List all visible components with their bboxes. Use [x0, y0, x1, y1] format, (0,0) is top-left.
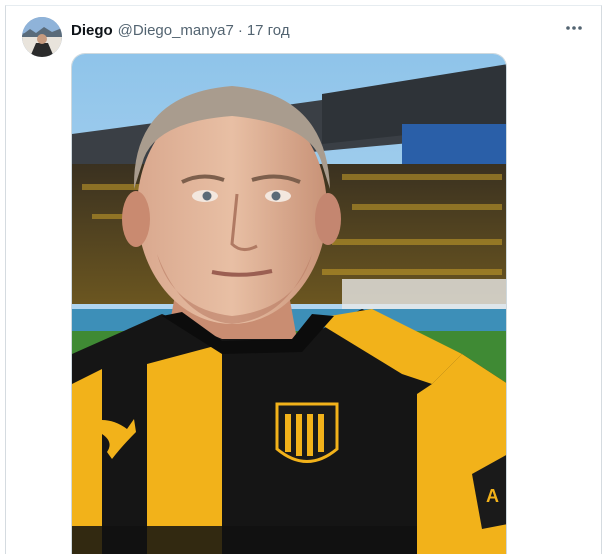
- photo-man-in-jersey-icon: A: [72, 54, 506, 554]
- svg-text:A: A: [486, 486, 499, 506]
- author-name[interactable]: Diego: [71, 22, 113, 39]
- tweet-photo[interactable]: A: [71, 53, 507, 554]
- more-options-button[interactable]: [562, 18, 586, 38]
- avatar-image-icon: [22, 17, 62, 57]
- author-handle[interactable]: @Diego_manya7: [118, 22, 234, 39]
- more-horizontal-icon: [566, 26, 582, 30]
- author-avatar[interactable]: [22, 17, 62, 57]
- separator-dot: ·: [237, 21, 243, 39]
- tweet-header: Diego @Diego_manya7 · 17 год: [71, 20, 290, 40]
- tweet-timestamp[interactable]: 17 год: [247, 22, 290, 39]
